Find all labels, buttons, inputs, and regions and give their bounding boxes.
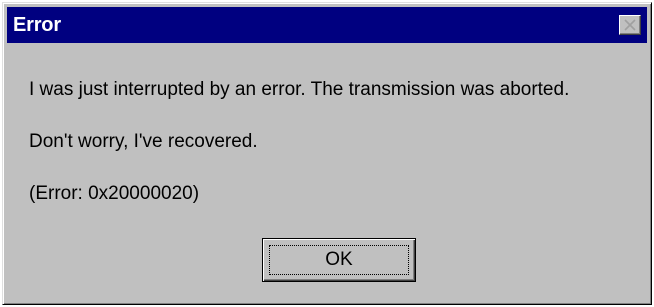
ok-button-label: OK: [325, 249, 353, 270]
dialog-title: Error: [13, 14, 61, 36]
title-bar[interactable]: Error: [7, 7, 647, 43]
error-message-line-1: I was just interrupted by an error. The …: [29, 79, 570, 100]
ok-button[interactable]: OK: [262, 238, 416, 282]
error-code: (Error: 0x20000020): [29, 183, 200, 204]
close-icon: [624, 19, 636, 31]
close-button[interactable]: [619, 15, 641, 35]
error-message-line-2: Don't worry, I've recovered.: [29, 131, 258, 152]
error-dialog: Error I was just interrupted by an error…: [2, 2, 652, 305]
